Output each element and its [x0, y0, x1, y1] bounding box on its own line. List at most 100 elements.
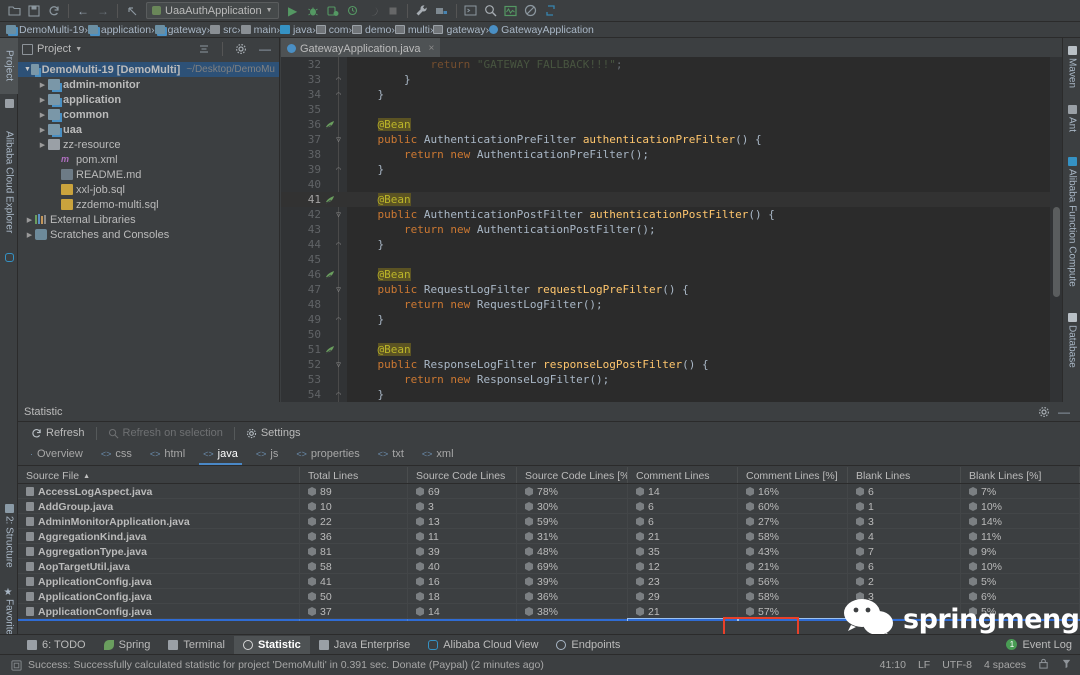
back-arrow-icon[interactable]: ←	[73, 1, 93, 21]
code-line-45[interactable]: 45	[281, 252, 1062, 267]
column-header-comment-lines[interactable]: Comment Lines [%]	[738, 467, 848, 483]
fold-end-icon[interactable]: ◠	[334, 165, 343, 174]
fold-end-icon[interactable]: ◠	[334, 90, 343, 99]
chevron-right-icon[interactable]: ▶	[37, 141, 48, 149]
undo-icon[interactable]	[122, 1, 142, 21]
code-line-44[interactable]: 44 ◠ }	[281, 237, 1062, 252]
fold-end-icon[interactable]: ◠	[334, 240, 343, 249]
code-line-33[interactable]: 33 ◠ }	[281, 72, 1062, 87]
update-icon[interactable]	[541, 1, 561, 21]
hide-icon[interactable]: —	[1054, 402, 1074, 422]
code-line-41[interactable]: 41 @Bean	[281, 192, 1062, 207]
column-header-total-lines[interactable]: Total Lines	[300, 467, 408, 483]
table-body[interactable]: AccessLogAspect.java 89 69 78% 14 16% 6 7% AddGr…	[18, 484, 1080, 621]
fold-collapse-icon[interactable]: ▽	[334, 210, 343, 219]
wrench-icon[interactable]	[412, 1, 432, 21]
hide-icon[interactable]: —	[255, 39, 275, 59]
statistic-tab-js[interactable]: <> js	[248, 445, 286, 464]
column-header-blank-lines[interactable]: Blank Lines	[848, 467, 961, 483]
sidebar-item-ant[interactable]: Ant	[1063, 96, 1080, 142]
line-separator[interactable]: LF	[918, 659, 930, 671]
line-number[interactable]: 54	[281, 387, 321, 402]
indent-setting[interactable]: 4 spaces	[984, 659, 1026, 671]
tree-node-application[interactable]: ▶ application	[18, 92, 279, 107]
debug-icon[interactable]	[303, 1, 323, 21]
code-line-43[interactable]: 43 return new AuthenticationPostFilter()…	[281, 222, 1062, 237]
tree-node-pomxml[interactable]: m pom.xml	[18, 152, 279, 167]
line-number[interactable]: 36	[281, 117, 321, 132]
column-header-source-code-lines[interactable]: Source Code Lines [%]	[517, 467, 628, 483]
code-line-38[interactable]: 38 return new AuthenticationPreFilter();	[281, 147, 1062, 162]
column-header-comment-lines[interactable]: Comment Lines	[628, 467, 738, 483]
tree-node-scratches[interactable]: ▶ Scratches and Consoles	[18, 227, 279, 242]
caret-position[interactable]: 41:10	[880, 659, 906, 671]
code-line-51[interactable]: 51 @Bean	[281, 342, 1062, 357]
chevron-down-icon[interactable]: ▼	[24, 66, 31, 73]
spring-bean-gutter-icon[interactable]	[325, 269, 335, 280]
table-row[interactable]: AggregationKind.java 36 11 31% 21 58% 4 11%	[18, 529, 1080, 544]
code-editor[interactable]: 32 return "GATEWAY FALLBACK!!!"; 33 ◠ } 34 ◠…	[281, 57, 1062, 402]
fold-end-icon[interactable]: ◠	[334, 390, 343, 399]
table-row[interactable]: AggregationType.java 81 39 48% 35 43% 7 9%	[18, 544, 1080, 559]
sync-icon[interactable]	[44, 1, 64, 21]
bottom-tab-alibaba-cloud-view[interactable]: Alibaba Cloud View	[419, 636, 547, 654]
line-number[interactable]: 51	[281, 342, 321, 357]
line-number[interactable]: 52	[281, 357, 321, 372]
chevron-right-icon[interactable]: ▶	[37, 111, 48, 119]
encoding[interactable]: UTF-8	[942, 659, 972, 671]
tree-node-demomulti-19[interactable]: ▼ DemoMulti-19 [DemoMulti] ~/Desktop/DemoM…	[18, 62, 279, 77]
line-number[interactable]: 53	[281, 372, 321, 387]
column-header-source-code-lines[interactable]: Source Code Lines	[408, 467, 517, 483]
breadcrumb-item-application[interactable]: application	[87, 24, 151, 36]
code-line-32[interactable]: 32 return "GATEWAY FALLBACK!!!";	[281, 57, 1062, 72]
code-line-36[interactable]: 36 @Bean	[281, 117, 1062, 132]
block-icon[interactable]	[521, 1, 541, 21]
table-row[interactable]: AccessLogAspect.java 89 69 78% 14 16% 6 7%	[18, 484, 1080, 499]
scrollbar-thumb[interactable]	[1053, 207, 1060, 297]
table-row[interactable]: AdminMonitorApplication.java 22 13 59% 6 27% 3…	[18, 514, 1080, 529]
forward-arrow-icon[interactable]: →	[93, 1, 113, 21]
spring-bean-gutter-icon[interactable]	[325, 119, 335, 130]
code-line-39[interactable]: 39 ◠ }	[281, 162, 1062, 177]
fold-collapse-icon[interactable]: ▽	[334, 285, 343, 294]
code-line-50[interactable]: 50	[281, 327, 1062, 342]
table-row-total[interactable]: Total:612423268753%2246537%60909%	[18, 618, 1080, 621]
code-line-42[interactable]: 42 ▽ public AuthenticationPostFilter auth…	[281, 207, 1062, 222]
breadcrumb-item-com[interactable]: com	[315, 24, 349, 36]
tree-node-xxl-jobsql[interactable]: xxl-job.sql	[18, 182, 279, 197]
project-tree[interactable]: ▼ DemoMulti-19 [DemoMulti] ~/Desktop/DemoM…	[18, 60, 279, 402]
table-row[interactable]: ApplicationConfig.java 50 18 36% 29 58% 3 6%	[18, 589, 1080, 604]
event-log-button[interactable]: 1 Event Log	[1006, 639, 1072, 651]
open-folder-icon[interactable]	[4, 1, 24, 21]
bottom-tab-6-todo[interactable]: 6: TODO	[18, 636, 95, 654]
line-number[interactable]: 45	[281, 252, 321, 267]
search-icon[interactable]	[481, 1, 501, 21]
chevron-right-icon[interactable]: ▶	[37, 96, 48, 104]
line-number[interactable]: 41	[281, 192, 321, 207]
inspection-icon[interactable]	[1061, 658, 1072, 672]
code-line-37[interactable]: 37 ▽ public AuthenticationPreFilter authe…	[281, 132, 1062, 147]
editor-scrollbar[interactable]	[1050, 57, 1062, 402]
sidebar-item-alibaba-cloud-explorer[interactable]: Alibaba Cloud Explorer	[0, 116, 18, 248]
tab-gatewayapplication-java[interactable]: GatewayApplication.java ×	[281, 38, 441, 57]
bottom-tab-spring[interactable]: Spring	[95, 636, 160, 654]
sidebar-item-alibaba-function-compute[interactable]: Alibaba Function Compute	[1063, 142, 1080, 302]
gear-icon[interactable]	[231, 39, 251, 59]
breadcrumb-item-src[interactable]: src	[210, 24, 237, 36]
line-number[interactable]: 39	[281, 162, 321, 177]
tree-node-zz-resource[interactable]: ▶ zz-resource	[18, 137, 279, 152]
fold-end-icon[interactable]: ◠	[334, 75, 343, 84]
code-line-54[interactable]: 54 ◠ }	[281, 387, 1062, 402]
bottom-tab-java-enterprise[interactable]: Java Enterprise	[310, 636, 419, 654]
line-number[interactable]: 44	[281, 237, 321, 252]
line-number[interactable]: 34	[281, 87, 321, 102]
refresh-button[interactable]: Refresh	[24, 425, 92, 441]
project-tool-icon[interactable]	[0, 94, 18, 112]
line-number[interactable]: 42	[281, 207, 321, 222]
sidebar-item-maven[interactable]: Maven	[1063, 38, 1080, 96]
sidebar-item-database[interactable]: Database	[1063, 302, 1080, 378]
statistic-table[interactable]: Source File ▲ Total Lines Source Code Lines…	[18, 467, 1080, 641]
line-number[interactable]: 35	[281, 102, 321, 117]
bottom-tab-endpoints[interactable]: Endpoints	[547, 636, 629, 654]
attach-icon[interactable]	[363, 1, 383, 21]
